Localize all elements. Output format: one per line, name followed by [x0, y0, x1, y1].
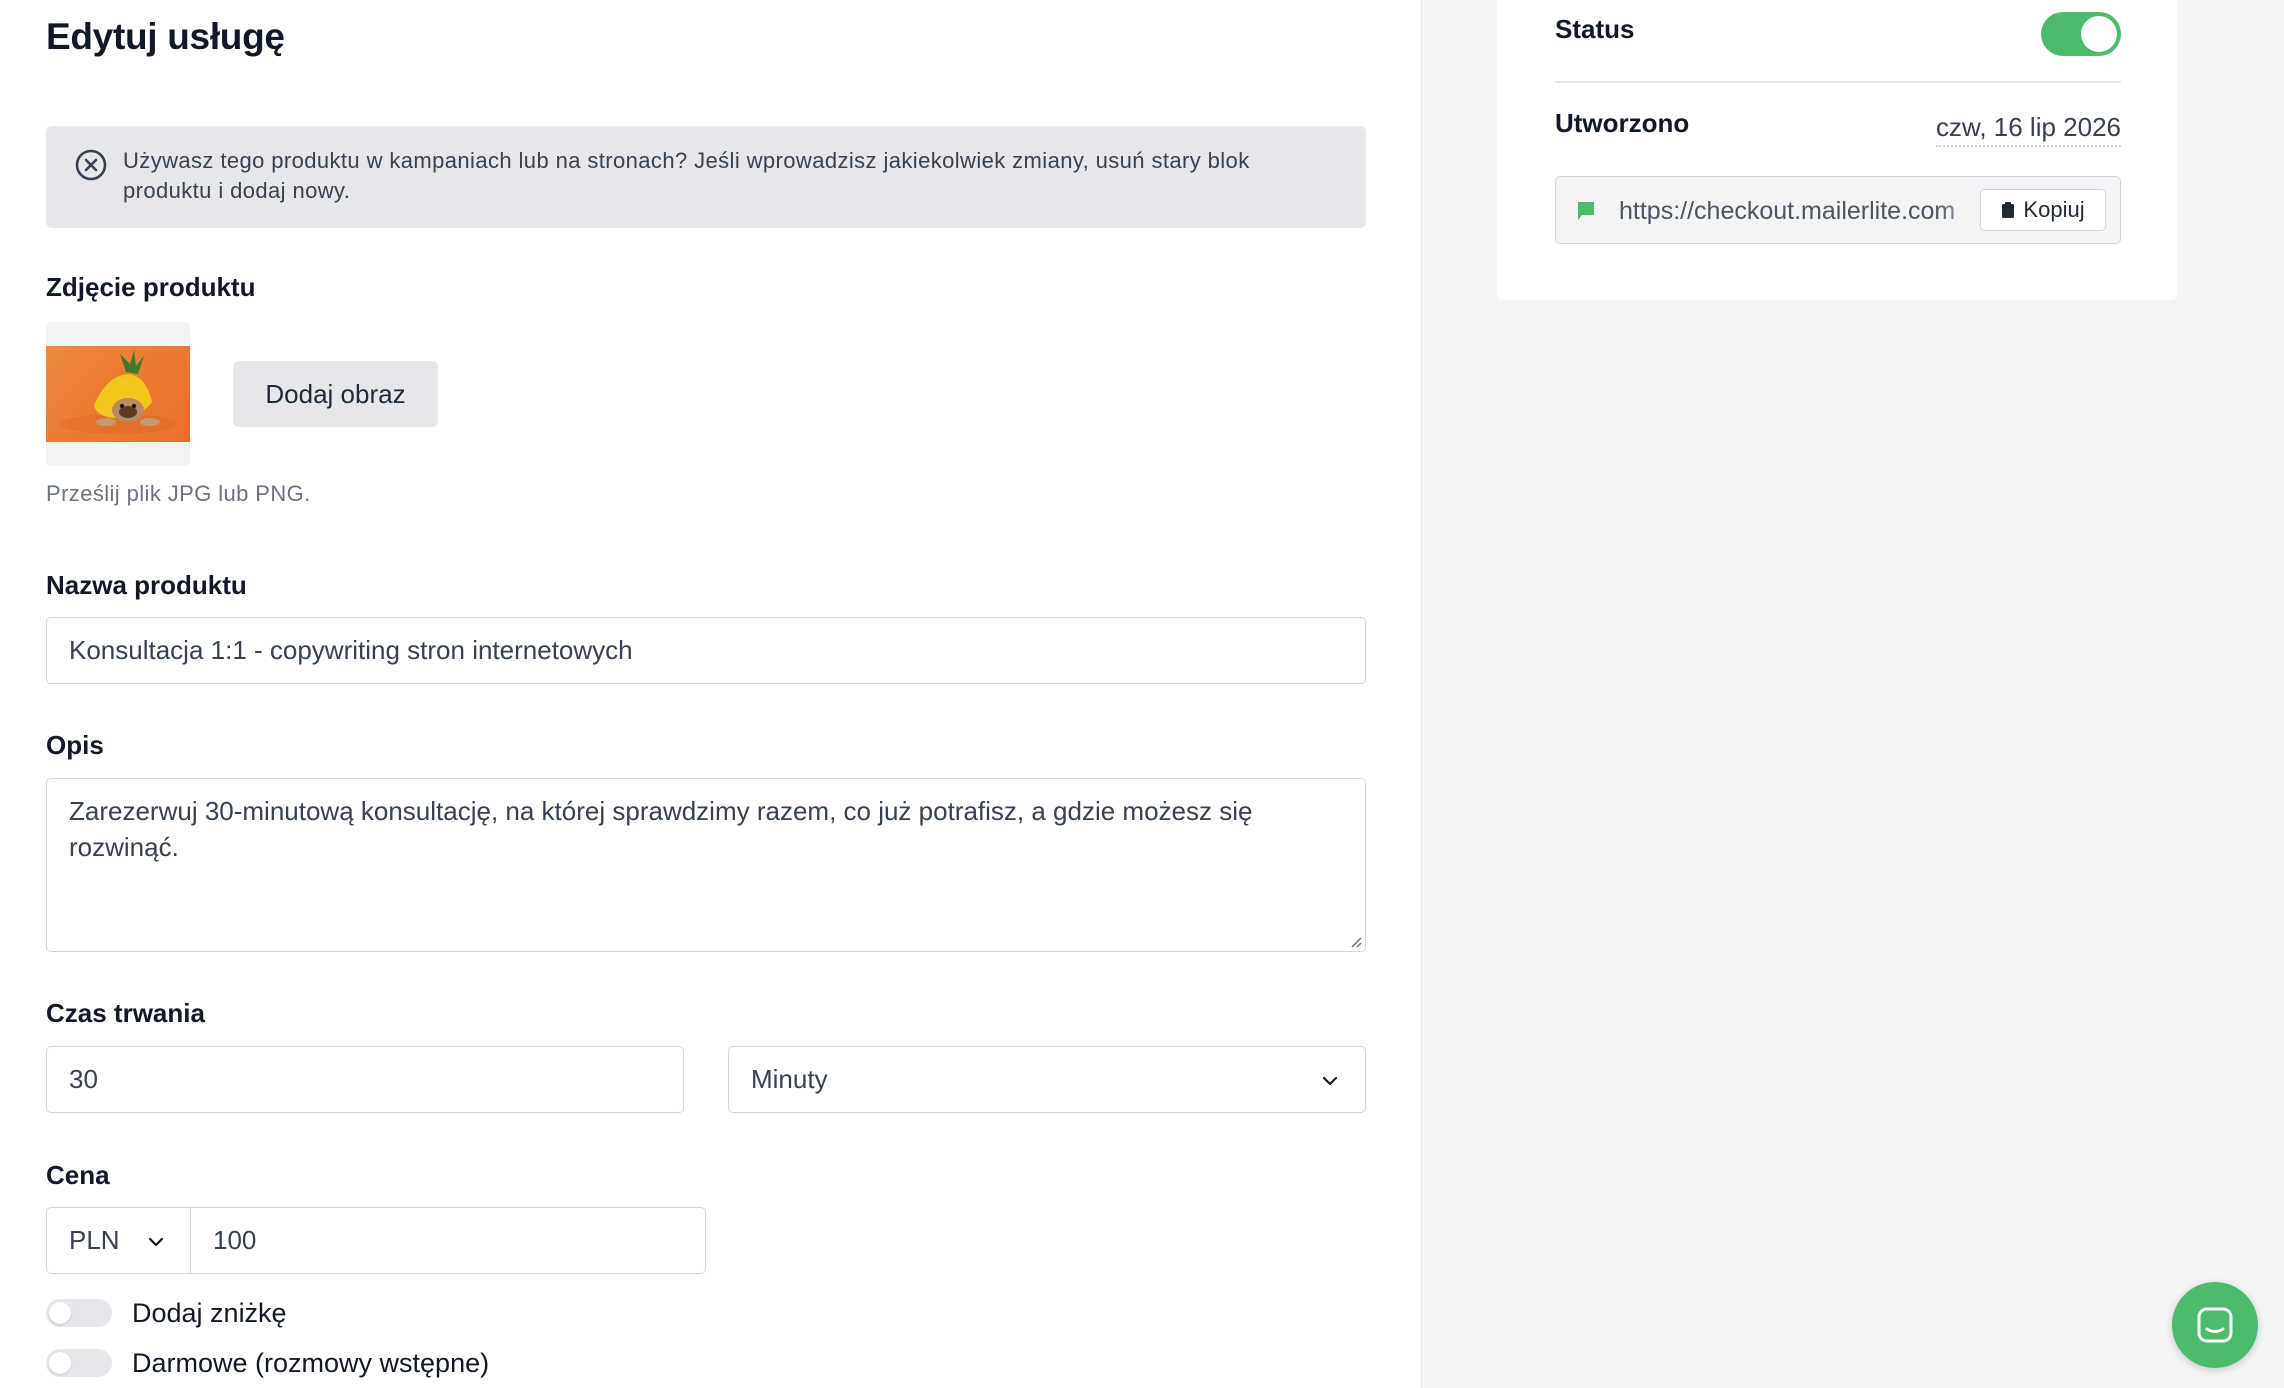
chat-icon	[2197, 1307, 2233, 1343]
clipboard-icon	[2002, 202, 2015, 218]
image-hint: Prześlij plik JPG lub PNG.	[46, 481, 311, 506]
product-name-input[interactable]: Konsultacja 1:1 - copywriting stron inte…	[46, 617, 1366, 684]
discount-toggle[interactable]	[46, 1299, 112, 1327]
free-toggle-label: Darmowe (rozmowy wstępne)	[132, 1348, 490, 1378]
add-image-button[interactable]: Dodaj obraz	[233, 361, 438, 427]
copy-button[interactable]: Kopiuj	[1980, 189, 2106, 231]
duration-unit-value: Minuty	[751, 1064, 828, 1094]
duration-unit-select[interactable]: Minuty	[728, 1046, 1366, 1113]
price-label: Cena	[46, 1160, 110, 1190]
product-image	[46, 346, 190, 442]
main-panel: Edytuj usługę Używasz tego produktu w ka…	[0, 0, 1423, 1388]
duration-input[interactable]: 30	[46, 1046, 684, 1113]
copy-button-label: Kopiuj	[2023, 197, 2085, 222]
details-card: Status Utworzono czw, 16 lip 2026 https:…	[1497, 0, 2177, 300]
status-label: Status	[1555, 14, 1635, 44]
x-circle-icon	[75, 149, 107, 181]
page-title: Edytuj usługę	[46, 16, 285, 57]
currency-select[interactable]: PLN	[46, 1207, 191, 1274]
description-label: Opis	[46, 730, 104, 760]
created-date: czw, 16 lip 2026	[1935, 112, 2121, 147]
duration-value: 30	[69, 1064, 98, 1094]
currency-value: PLN	[69, 1225, 120, 1255]
warning-alert: Używasz tego produktu w kampaniach lub n…	[46, 126, 1366, 228]
free-toggle[interactable]	[46, 1349, 112, 1377]
divider	[1555, 81, 2121, 83]
description-value: Zarezerwuj 30-minutową konsultację, na k…	[69, 796, 1253, 862]
product-name-value: Konsultacja 1:1 - copywriting stron inte…	[69, 635, 633, 665]
resize-handle-icon[interactable]	[1348, 934, 1362, 948]
checkout-url-field[interactable]: https://checkout.mailerlite.com Kopiuj	[1555, 176, 2121, 244]
product-name-label: Nazwa produktu	[46, 570, 247, 600]
price-value: 100	[213, 1225, 257, 1255]
price-input[interactable]: 100	[190, 1207, 706, 1274]
flag-icon	[1578, 202, 1594, 220]
chevron-down-icon	[1322, 1076, 1338, 1086]
chat-button[interactable]	[2172, 1282, 2258, 1368]
duration-label: Czas trwania	[46, 998, 205, 1028]
image-label: Zdjęcie produktu	[46, 272, 256, 302]
discount-toggle-label: Dodaj zniżkę	[132, 1298, 287, 1328]
description-textarea[interactable]: Zarezerwuj 30-minutową konsultację, na k…	[46, 778, 1366, 952]
created-label: Utworzono	[1555, 108, 1690, 138]
chevron-down-icon	[148, 1237, 164, 1247]
status-toggle[interactable]	[2041, 12, 2121, 56]
product-image-preview[interactable]	[46, 322, 190, 466]
alert-text: Używasz tego produktu w kampaniach lub n…	[123, 148, 1250, 203]
checkout-url: https://checkout.mailerlite.com	[1619, 197, 1956, 225]
